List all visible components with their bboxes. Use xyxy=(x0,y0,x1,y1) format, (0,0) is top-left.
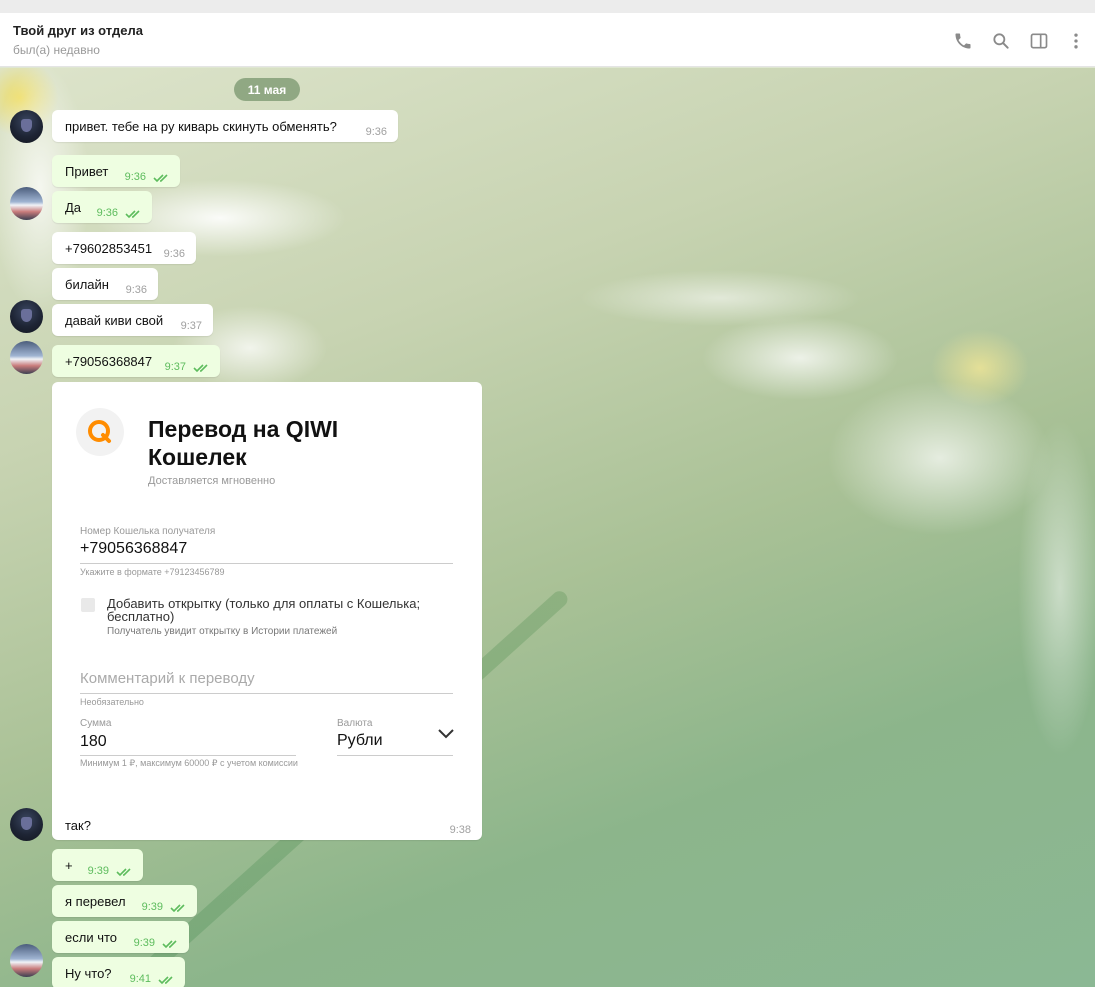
message-text: +79056368847 xyxy=(65,353,153,369)
currency-label: Валюта xyxy=(337,718,373,729)
chat-status: был(а) недавно xyxy=(13,43,100,57)
message-bubble-incoming[interactable]: давай киви свой 9:37 xyxy=(52,304,213,336)
message-text: если что xyxy=(65,929,117,945)
double-check-icon xyxy=(153,174,168,183)
chat-header: Твой друг из отдела был(а) недавно xyxy=(0,13,1095,67)
search-icon[interactable] xyxy=(990,30,1012,52)
avatar[interactable] xyxy=(10,944,43,977)
message-text: так? xyxy=(65,818,91,833)
message-time: 9:37 xyxy=(164,361,186,373)
avatar[interactable] xyxy=(10,808,43,841)
message-text: Ну что? xyxy=(65,965,112,981)
photo-message[interactable]: Перевод на QIWI Кошелек Доставляется мгн… xyxy=(52,382,482,840)
wallet-underline xyxy=(80,563,453,564)
message-time: 9:36 xyxy=(96,207,118,219)
avatar[interactable] xyxy=(10,300,43,333)
comment-underline xyxy=(80,693,453,694)
message-bubble-incoming[interactable]: привет. тебе на ру киварь скинуть обменя… xyxy=(52,110,398,142)
avatar[interactable] xyxy=(10,187,43,220)
message-time: 9:39 xyxy=(133,937,155,949)
double-check-icon xyxy=(116,868,131,877)
chevron-down-icon xyxy=(438,729,454,739)
avatar[interactable] xyxy=(10,341,43,374)
message-time: 9:37 xyxy=(180,320,202,332)
message-time: 9:36 xyxy=(163,248,185,260)
message-time: 9:41 xyxy=(129,973,151,985)
message-bubble-outgoing[interactable]: Да 9:36 xyxy=(52,191,152,223)
wallet-field: +79056368847 xyxy=(80,540,188,557)
message-bubble-outgoing[interactable]: + 9:39 xyxy=(52,849,143,881)
message-text: Привет xyxy=(65,163,109,179)
message-text: Да xyxy=(65,199,82,215)
phone-icon[interactable] xyxy=(952,30,974,52)
postcard-hint: Получатель увидит открытку в Истории пла… xyxy=(107,626,338,637)
qiwi-logo-icon xyxy=(76,408,124,456)
message-text: билайн xyxy=(65,276,109,292)
message-text: привет. тебе на ру киварь скинуть обменя… xyxy=(65,118,337,134)
message-text: +79602853451 xyxy=(65,240,153,256)
transfer-subtitle: Доставляется мгновенно xyxy=(148,475,276,487)
chat-area[interactable]: 11 мая привет. тебе на ру киварь скинуть… xyxy=(0,68,1095,987)
message-bubble-outgoing[interactable]: +79056368847 9:37 xyxy=(52,345,220,377)
wallet-hint: Укажите в формате +79123456789 xyxy=(80,567,225,577)
currency-underline xyxy=(337,755,453,756)
more-vertical-icon[interactable] xyxy=(1065,30,1087,52)
amount-label: Сумма xyxy=(80,718,112,729)
message-bubble-outgoing[interactable]: я перевел 9:39 xyxy=(52,885,197,917)
message-time: 9:39 xyxy=(141,901,163,913)
message-bubble-outgoing[interactable]: Привет 9:36 xyxy=(52,155,180,187)
message-bubble-outgoing[interactable]: если что 9:39 xyxy=(52,921,189,953)
transfer-title: Перевод на QIWI Кошелек xyxy=(148,416,339,470)
double-check-icon xyxy=(193,364,208,373)
message-text: я перевел xyxy=(65,893,126,909)
message-text: + xyxy=(65,857,73,873)
double-check-icon xyxy=(125,210,140,219)
comment-placeholder: Комментарий к переводу xyxy=(80,670,255,687)
avatar[interactable] xyxy=(10,110,43,143)
message-time: 9:36 xyxy=(125,284,147,296)
amount-underline xyxy=(80,755,296,756)
chat-title[interactable]: Твой друг из отдела xyxy=(13,23,143,38)
double-check-icon xyxy=(162,940,177,949)
amount-field: 180 xyxy=(80,733,107,750)
message-time: 9:38 xyxy=(449,824,471,836)
comment-hint: Необязательно xyxy=(80,697,144,707)
postcard-checkbox xyxy=(81,598,95,612)
postcard-label: Добавить открытку (только для оплаты с К… xyxy=(107,596,421,624)
sidebar-toggle-icon[interactable] xyxy=(1028,30,1050,52)
currency-field: Рубли xyxy=(337,732,383,749)
wallet-label: Номер Кошелька получателя xyxy=(80,526,216,537)
message-time: 9:39 xyxy=(87,865,109,877)
double-check-icon xyxy=(158,976,173,985)
message-time: 9:36 xyxy=(124,171,146,183)
message-time: 9:36 xyxy=(365,126,387,138)
message-bubble-outgoing[interactable]: Ну что? 9:41 xyxy=(52,957,185,987)
amount-hint: Минимум 1 ₽, максимум 60000 ₽ с учетом к… xyxy=(80,758,298,768)
message-bubble-incoming[interactable]: +79602853451 9:36 xyxy=(52,232,196,264)
window-top-strip xyxy=(0,0,1095,13)
date-separator: 11 мая xyxy=(234,78,300,101)
double-check-icon xyxy=(170,904,185,913)
message-bubble-incoming[interactable]: билайн 9:36 xyxy=(52,268,158,300)
message-text: давай киви свой xyxy=(65,312,164,328)
